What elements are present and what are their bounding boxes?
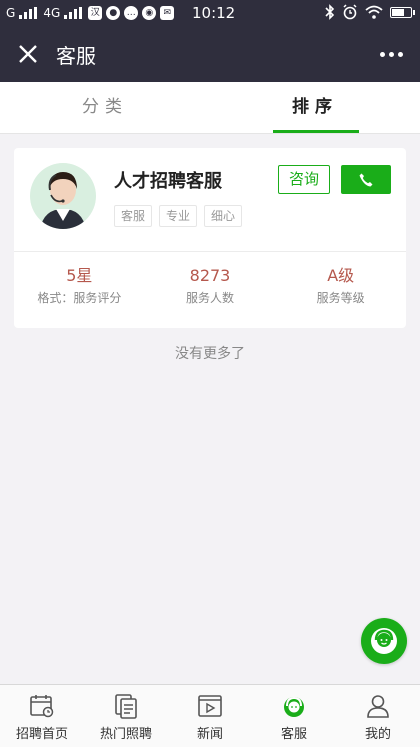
tag-list: 客服 专业 细心 xyxy=(114,205,243,227)
page-title: 客服 xyxy=(56,44,96,68)
consult-button[interactable]: 咨询 xyxy=(278,165,330,194)
tag: 客服 xyxy=(114,205,153,227)
calendar-icon xyxy=(30,695,54,718)
status-bar: G 4G 汉 ● … ◉ ✉ 10:12 xyxy=(0,0,420,26)
chat-notification-icon: ● xyxy=(106,6,121,20)
tag: 细心 xyxy=(204,205,243,227)
nav-item-home[interactable]: 招聘首页 xyxy=(0,685,84,747)
status-left: G 4G 汉 ● … ◉ ✉ xyxy=(6,5,175,21)
qq-notification-icon: ◉ xyxy=(142,6,157,20)
battery-icon xyxy=(390,6,415,18)
close-icon[interactable] xyxy=(16,42,40,66)
nav-label: 客服 xyxy=(280,727,307,742)
documents-icon xyxy=(115,694,137,719)
network-label: 4G xyxy=(43,6,61,20)
service-card[interactable]: 人才招聘客服 客服 专业 细心 咨询 5星 格式：服务评分 8273 服务人数 … xyxy=(14,148,406,328)
alarm-icon xyxy=(343,4,357,20)
wifi-icon xyxy=(365,5,383,19)
nav-label: 招聘首页 xyxy=(15,727,68,742)
stats-row: 5星 格式：服务评分 8273 服务人数 A级 服务等级 xyxy=(14,264,406,308)
tag: 专业 xyxy=(159,205,198,227)
nav-item-news[interactable]: 新闻 xyxy=(168,685,252,747)
user-icon xyxy=(367,695,389,718)
nav-label: 新闻 xyxy=(196,727,223,742)
service-name: 人才招聘客服 xyxy=(114,171,222,192)
nav-item-service[interactable]: 客服 xyxy=(252,685,336,747)
stat-label: 服务人数 xyxy=(186,291,235,305)
stat-label: 服务等级 xyxy=(316,291,365,305)
card-divider xyxy=(14,251,406,252)
tab-sort[interactable]: 排序 xyxy=(210,82,420,133)
stat-value: A级 xyxy=(327,266,355,285)
phone-icon xyxy=(359,173,373,186)
signal-label: G xyxy=(6,6,16,20)
signal-icon xyxy=(19,7,38,19)
no-more-text: 没有更多了 xyxy=(175,346,245,362)
title-bar: 客服 xyxy=(0,26,420,82)
stat-label: 格式：服务评分 xyxy=(37,291,122,305)
bluetooth-icon xyxy=(325,4,335,20)
nav-label: 热门照聘 xyxy=(99,727,152,742)
video-icon xyxy=(198,695,222,717)
signal-icon-2 xyxy=(64,7,83,19)
service-icon xyxy=(284,696,304,717)
stat-rating: 5星 格式：服务评分 xyxy=(14,264,145,308)
stat-value: 8273 xyxy=(189,266,231,285)
nav-label: 我的 xyxy=(364,727,391,742)
message-notification-icon: … xyxy=(124,6,139,20)
mail-notification-icon: ✉ xyxy=(160,6,175,20)
status-right xyxy=(325,4,415,20)
bottom-nav: 招聘首页 热门照聘 新闻 客服 我的 xyxy=(0,684,420,747)
nav-item-mine[interactable]: 我的 xyxy=(336,685,420,747)
more-icon[interactable] xyxy=(376,42,406,66)
app-notification-icon: 汉 xyxy=(88,6,103,20)
floating-service-button[interactable] xyxy=(361,618,407,664)
status-time: 10:12 xyxy=(192,4,236,22)
avatar xyxy=(30,163,96,229)
tab-bar: 分类 排序 xyxy=(0,82,420,134)
stat-level: A级 服务等级 xyxy=(275,264,406,308)
nav-item-hot[interactable]: 热门照聘 xyxy=(84,685,168,747)
stat-value: 5星 xyxy=(66,266,93,285)
stat-served: 8273 服务人数 xyxy=(145,264,276,308)
tab-category[interactable]: 分类 xyxy=(0,82,210,133)
active-tab-indicator xyxy=(273,130,359,133)
service-agent-icon xyxy=(371,628,397,654)
call-button[interactable] xyxy=(341,165,391,194)
